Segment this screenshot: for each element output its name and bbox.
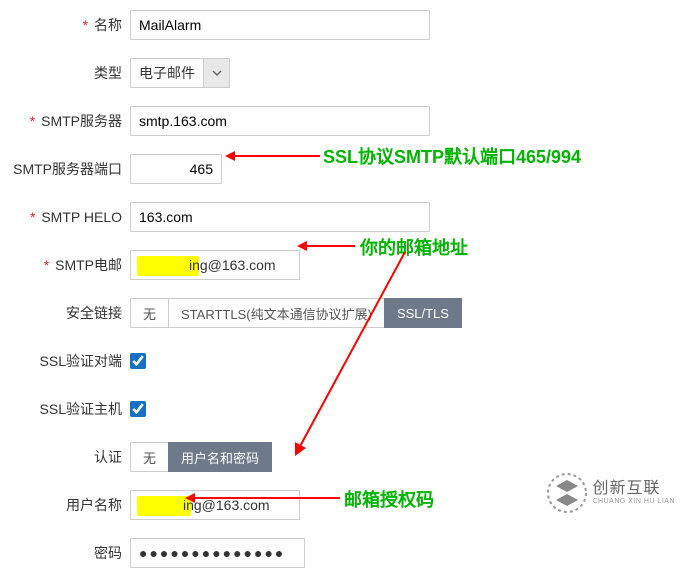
type-select[interactable]: 电子邮件 <box>130 58 230 88</box>
row-name: * 名称 <box>0 10 683 40</box>
label-smtp-email: * SMTP电邮 <box>0 255 130 275</box>
row-secure-conn: 安全链接 无 STARTTLS(纯文本通信协议扩展) SSL/TLS <box>0 298 683 328</box>
smtp-email-input[interactable]: ing@163.com <box>130 250 300 280</box>
type-select-value: 电子邮件 <box>131 59 203 87</box>
required-marker: * <box>83 17 88 33</box>
email-suffix: ing@163.com <box>189 257 276 273</box>
secure-option-starttls[interactable]: STARTTLS(纯文本通信协议扩展) <box>168 298 385 328</box>
password-input[interactable]: ●●●●●●●●●●●●●● <box>130 538 305 568</box>
label-smtp-helo: * SMTP HELO <box>0 209 130 225</box>
row-type: 类型 电子邮件 <box>0 58 683 88</box>
row-smtp-server: * SMTP服务器 <box>0 106 683 136</box>
label-smtp-server: * SMTP服务器 <box>0 111 130 131</box>
secure-option-none[interactable]: 无 <box>130 298 169 328</box>
label-name: * 名称 <box>0 15 130 35</box>
username-input[interactable]: ing@163.com <box>130 490 300 520</box>
secure-option-ssltls[interactable]: SSL/TLS <box>384 298 462 328</box>
row-smtp-email: * SMTP电邮 ing@163.com <box>0 250 683 280</box>
row-auth: 认证 无 用户名和密码 <box>0 442 683 472</box>
label-smtp-port: SMTP服务器端口 <box>0 159 130 179</box>
smtp-port-input[interactable] <box>130 154 222 184</box>
annotation-port-note: SSL协议SMTP默认端口465/994 <box>323 143 581 169</box>
name-input[interactable] <box>130 10 430 40</box>
username-suffix: ing@163.com <box>183 497 270 513</box>
smtp-server-input[interactable] <box>130 106 430 136</box>
required-marker: * <box>30 113 35 129</box>
row-ssl-verify-host: SSL验证主机 <box>0 394 683 424</box>
ssl-verify-peer-checkbox[interactable] <box>130 353 146 369</box>
annotation-email-note: 你的邮箱地址 <box>360 234 468 260</box>
auth-option-userpass[interactable]: 用户名和密码 <box>168 442 272 472</box>
label-ssl-verify-peer: SSL验证对端 <box>0 351 130 371</box>
ssl-verify-host-checkbox[interactable] <box>130 401 146 417</box>
label-password: 密码 <box>0 543 130 563</box>
row-ssl-verify-peer: SSL验证对端 <box>0 346 683 376</box>
label-username: 用户名称 <box>0 495 130 515</box>
row-password: 密码 ●●●●●●●●●●●●●● <box>0 538 683 568</box>
row-smtp-helo: * SMTP HELO <box>0 202 683 232</box>
auth-option-none[interactable]: 无 <box>130 442 169 472</box>
logo-cn: 创新互联 <box>592 480 675 498</box>
logo-text: 创新互联 CHUANG XIN HU LIAN <box>592 480 675 505</box>
smtp-helo-input[interactable] <box>130 202 430 232</box>
label-secure-conn: 安全链接 <box>0 303 130 323</box>
chevron-down-icon[interactable] <box>203 59 229 87</box>
logo-en: CHUANG XIN HU LIAN <box>592 498 675 506</box>
annotation-password-note: 邮箱授权码 <box>344 486 434 512</box>
logo-area: 创新互联 CHUANG XIN HU LIAN <box>546 472 675 514</box>
required-marker: * <box>30 209 35 225</box>
required-marker: * <box>44 257 49 273</box>
label-ssl-verify-host: SSL验证主机 <box>0 399 130 419</box>
label-auth: 认证 <box>0 447 130 467</box>
logo-icon <box>546 472 588 514</box>
label-type: 类型 <box>0 63 130 83</box>
